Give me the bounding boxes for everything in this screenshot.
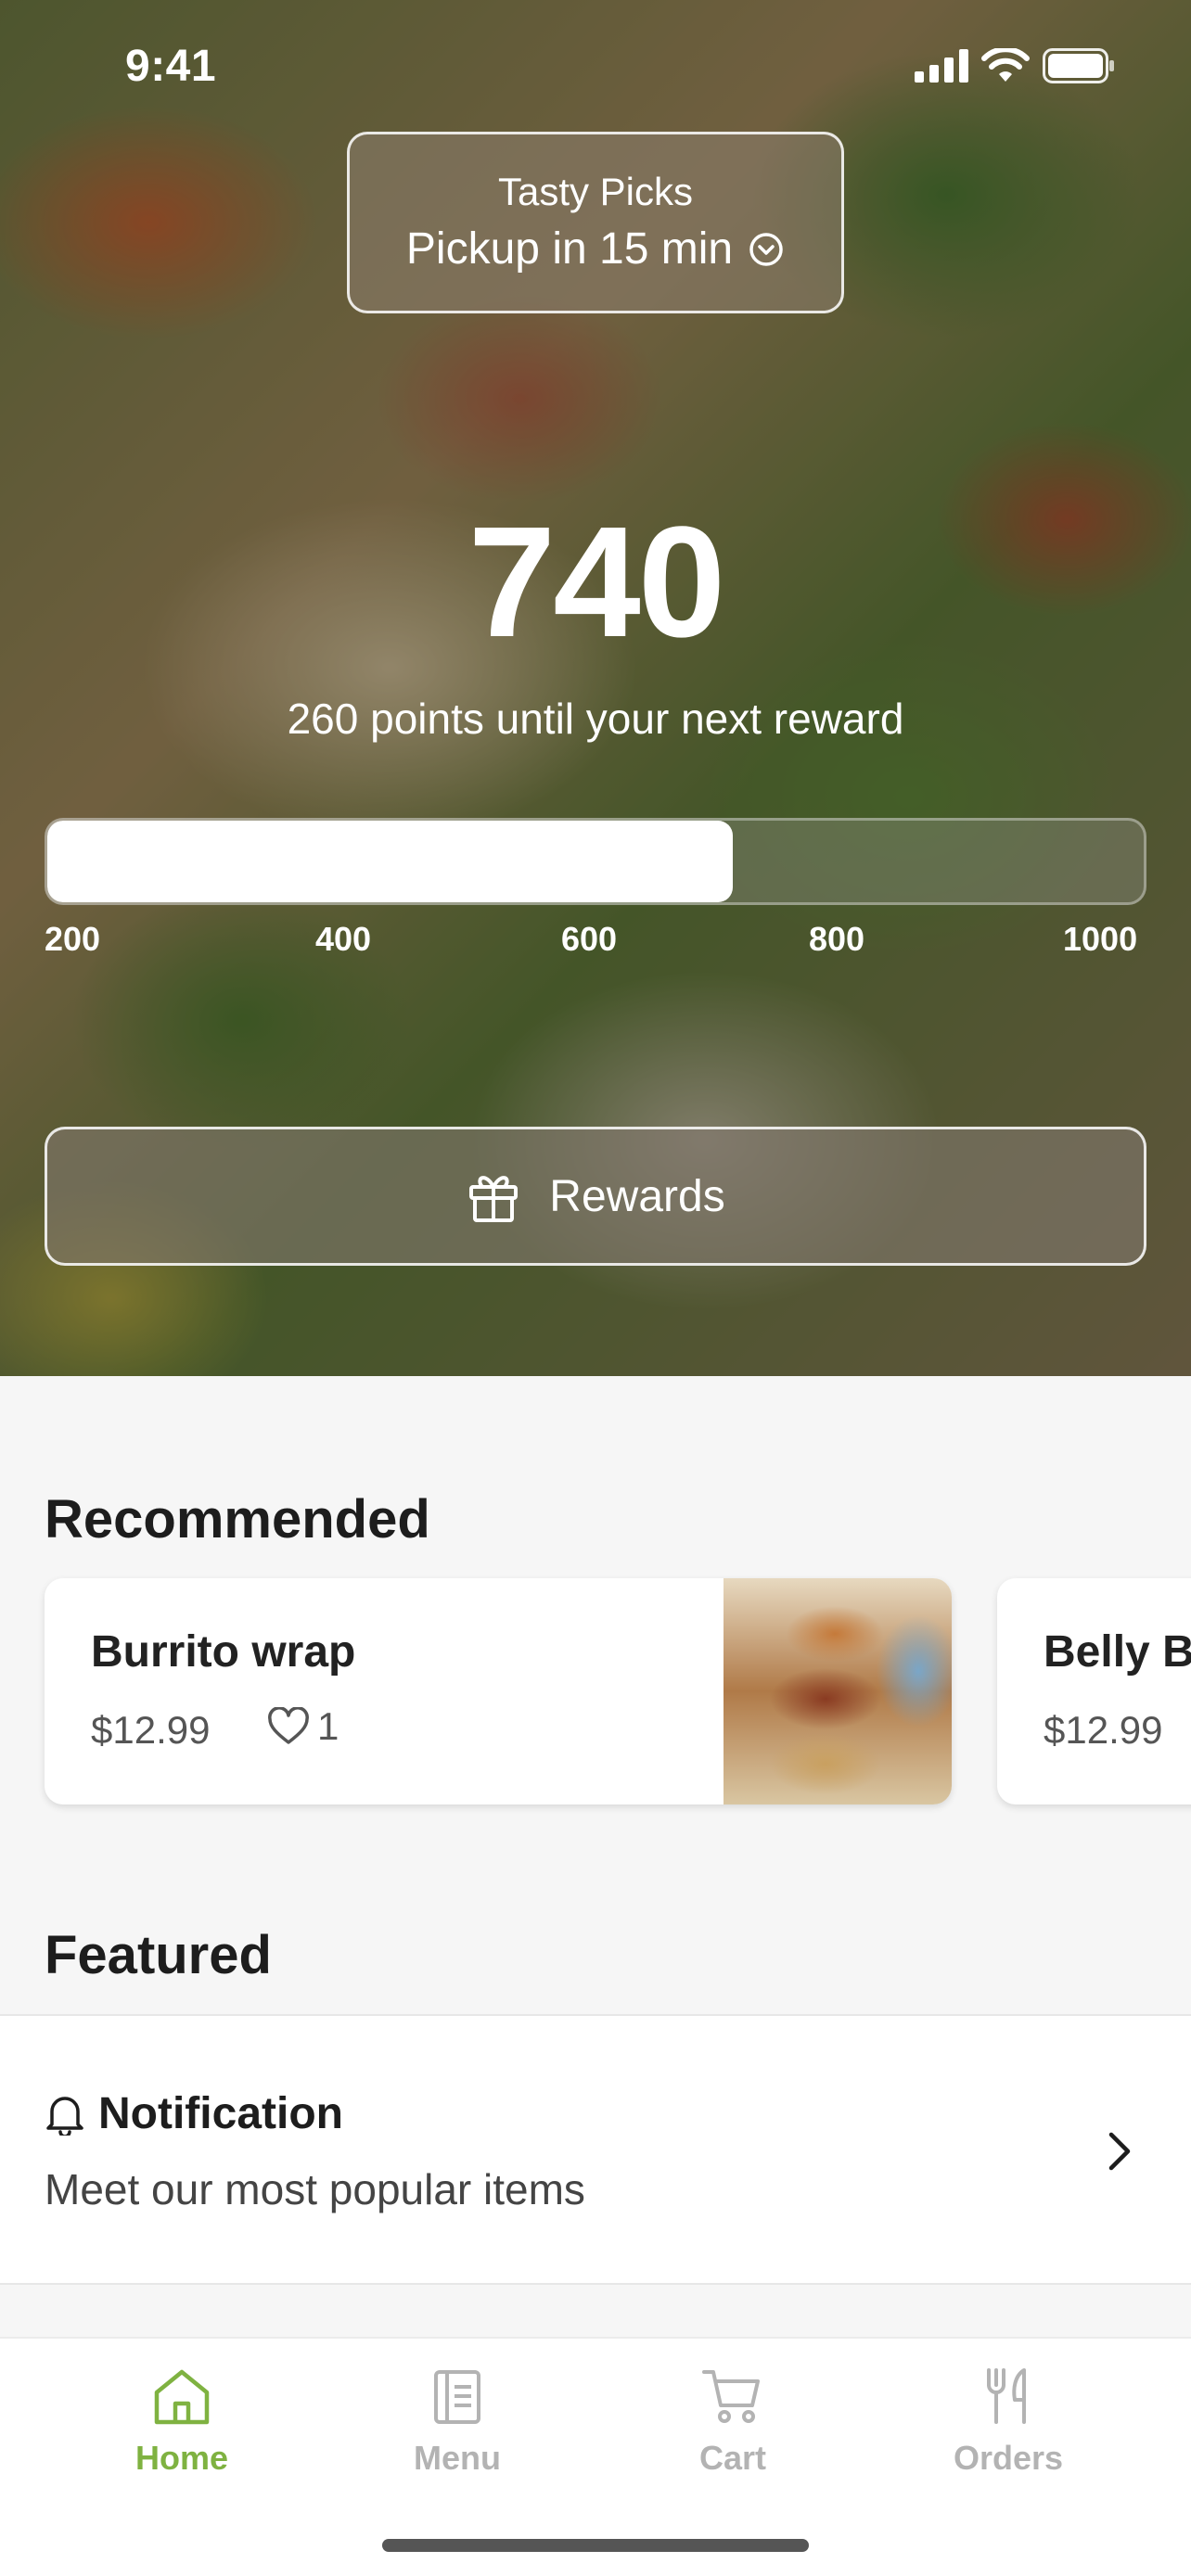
status-time: 9:41 xyxy=(125,42,217,91)
home-indicator xyxy=(382,2539,809,2552)
points-balance: 740 xyxy=(467,494,726,670)
chevron-down-circle-icon xyxy=(749,232,783,266)
battery-icon xyxy=(1043,48,1114,83)
item-likes[interactable]: 1 xyxy=(267,1704,339,1749)
tab-cart[interactable]: Cart xyxy=(640,2366,826,2506)
like-count: 1 xyxy=(317,1704,339,1748)
notification-title: Notification xyxy=(98,2089,343,2138)
progress-scale-label: 400 xyxy=(315,920,372,958)
menu-icon xyxy=(434,2370,480,2424)
wifi-icon xyxy=(981,48,1030,82)
status-icons xyxy=(915,48,1117,83)
item-price: $12.99 xyxy=(91,1708,211,1752)
notification-subtitle: Meet our most popular items xyxy=(45,2165,585,2213)
rewards-button[interactable]: Rewards xyxy=(45,1127,1146,1266)
tab-menu[interactable]: Menu xyxy=(365,2366,550,2506)
notification-header: Notification xyxy=(45,2088,343,2139)
home-icon xyxy=(154,2369,210,2425)
item-price: $12.99 xyxy=(1044,1708,1163,1752)
featured-title: Featured xyxy=(45,1925,272,1985)
bell-icon xyxy=(46,2096,83,2136)
cart-icon xyxy=(702,2370,760,2423)
burrito-wrap-image xyxy=(724,1578,952,1804)
recommended-card[interactable]: Burrito wrap $12.99 1 xyxy=(45,1578,952,1804)
recommended-title: Recommended xyxy=(45,1489,430,1549)
tab-label: Cart xyxy=(698,2439,767,2477)
store-selector[interactable]: Tasty Picks Pickup in 15 min xyxy=(347,132,844,313)
pickup-time: Pickup in 15 min xyxy=(405,224,734,274)
status-bar: 9:41 xyxy=(0,0,1191,130)
rewards-button-label: Rewards xyxy=(549,1171,725,1221)
points-caption: 260 points until your next reward xyxy=(287,695,904,743)
pickup-time-row: Pickup in 15 min xyxy=(350,223,841,274)
tab-label: Orders xyxy=(953,2439,1064,2477)
rewards-progress-fill xyxy=(47,821,733,902)
notification-row[interactable]: Notification Meet our most popular items xyxy=(0,2014,1191,2285)
gift-icon xyxy=(469,1176,519,1222)
heart-icon xyxy=(268,1707,309,1744)
item-name: Belly B xyxy=(1044,1627,1191,1677)
tab-home[interactable]: Home xyxy=(89,2366,275,2506)
progress-scale: 200 400 600 800 1000 xyxy=(0,920,1191,966)
progress-scale-label: 1000 xyxy=(1063,920,1138,958)
chevron-right-icon xyxy=(1108,2132,1131,2171)
tab-orders[interactable]: Orders xyxy=(916,2366,1101,2506)
orders-icon xyxy=(987,2368,1026,2424)
progress-scale-label: 600 xyxy=(561,920,618,958)
recommended-card[interactable]: Belly B $12.99 xyxy=(997,1578,1191,1804)
cellular-signal-icon xyxy=(915,49,968,83)
item-name: Burrito wrap xyxy=(91,1627,356,1677)
progress-scale-label: 800 xyxy=(809,920,865,958)
rewards-progress-bar xyxy=(45,818,1146,905)
store-name: Tasty Picks xyxy=(497,170,694,213)
progress-scale-label: 200 xyxy=(45,920,101,958)
hero-banner: 9:41 Tasty Picks Pickup in 15 min 740 26… xyxy=(0,0,1191,1376)
tab-label: Menu xyxy=(414,2439,501,2477)
tab-label: Home xyxy=(134,2439,229,2477)
